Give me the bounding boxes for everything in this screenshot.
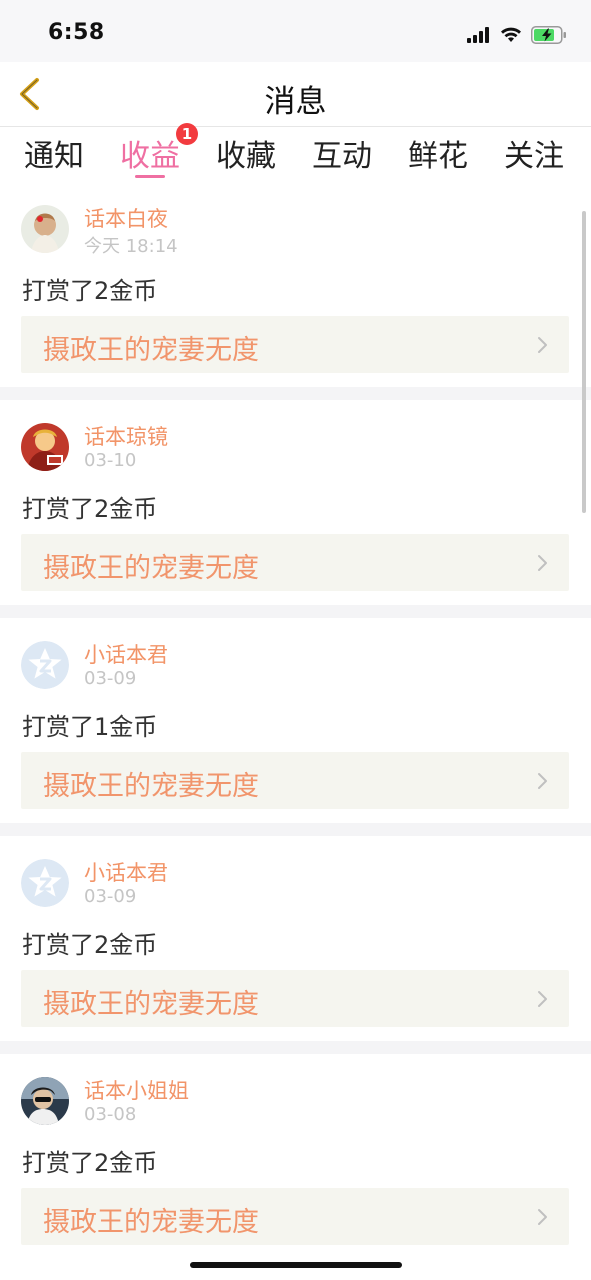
reward-text: 打赏了2金币	[22, 1149, 158, 1177]
divider	[0, 605, 591, 618]
book-link[interactable]: 摄政王的宠妻无度	[21, 316, 569, 373]
message-time: 03-09	[84, 668, 137, 689]
avatar[interactable]	[21, 1077, 69, 1125]
signal-icon	[467, 27, 489, 43]
message-card: 小话本君 03-09 打赏了1金币 摄政王的宠妻无度	[0, 618, 591, 823]
book-title: 摄政王的宠妻无度	[43, 771, 259, 802]
tab-flowers[interactable]: 鲜花	[408, 131, 468, 179]
sender-name[interactable]: 小话本君	[84, 857, 168, 887]
chevron-right-icon	[538, 773, 547, 789]
tab-label: 互动	[312, 139, 372, 174]
avatar-photo-icon	[21, 423, 69, 471]
message-card: 话本小姐姐 03-08 打赏了2金币 摄政王的宠妻无度	[0, 1054, 591, 1259]
book-title: 摄政王的宠妻无度	[43, 553, 259, 584]
chevron-right-icon	[538, 337, 547, 353]
screen: 6:58 消息 通知 收益 1 收藏 互动 鲜花 关注 话本白夜 今天 18:1…	[0, 0, 591, 1280]
tab-favorites[interactable]: 收藏	[216, 131, 276, 179]
page-title: 消息	[264, 84, 327, 120]
status-time: 6:58	[48, 20, 105, 45]
unread-badge: 1	[176, 123, 198, 145]
message-time: 03-09	[84, 886, 137, 907]
divider	[0, 387, 591, 400]
sender-name[interactable]: 话本白夜	[84, 203, 168, 233]
avatar[interactable]	[21, 641, 69, 689]
tab-label: 关注	[504, 139, 564, 174]
message-card: 话本琼镜 03-10 打赏了2金币 摄政王的宠妻无度	[0, 400, 591, 605]
status-bar: 6:58	[0, 0, 591, 62]
reward-text: 打赏了2金币	[22, 931, 158, 959]
book-link[interactable]: 摄政王的宠妻无度	[21, 752, 569, 809]
tab-label: 收藏	[216, 139, 276, 174]
tab-interactions[interactable]: 互动	[312, 131, 372, 179]
avatar[interactable]	[21, 205, 69, 253]
wifi-icon	[501, 27, 521, 42]
message-list: 话本白夜 今天 18:14 打赏了2金币 摄政王的宠妻无度 话本琼镜 03-10…	[0, 182, 591, 1259]
book-link[interactable]: 摄政王的宠妻无度	[21, 1188, 569, 1245]
divider	[0, 823, 591, 836]
message-card: 话本白夜 今天 18:14 打赏了2金币 摄政王的宠妻无度	[0, 182, 591, 387]
avatar[interactable]	[21, 859, 69, 907]
message-time: 今天 18:14	[84, 236, 178, 257]
book-title: 摄政王的宠妻无度	[43, 989, 259, 1020]
tab-label: 收益	[120, 139, 180, 174]
status-icons	[467, 24, 567, 46]
avatar-photo-icon	[21, 205, 69, 253]
chevron-right-icon	[538, 555, 547, 571]
reward-text: 打赏了1金币	[22, 713, 158, 741]
divider	[0, 1041, 591, 1054]
message-time: 03-08	[84, 1104, 137, 1125]
active-tab-indicator	[135, 175, 165, 178]
message-card: 小话本君 03-09 打赏了2金币 摄政王的宠妻无度	[0, 836, 591, 1041]
avatar-photo-icon	[21, 1077, 69, 1125]
default-avatar-icon	[21, 859, 69, 907]
reward-text: 打赏了2金币	[22, 277, 158, 305]
message-time: 03-10	[84, 450, 137, 471]
sender-name[interactable]: 话本琼镜	[84, 421, 168, 451]
home-indicator[interactable]	[190, 1262, 402, 1268]
battery-charging-icon	[531, 26, 566, 44]
sender-name[interactable]: 话本小姐姐	[84, 1075, 189, 1105]
tab-label: 鲜花	[408, 139, 468, 174]
book-title: 摄政王的宠妻无度	[43, 335, 259, 366]
book-title: 摄政王的宠妻无度	[43, 1207, 259, 1238]
sender-name[interactable]: 小话本君	[84, 639, 168, 669]
tab-label: 通知	[24, 139, 84, 174]
scrollbar[interactable]	[582, 211, 586, 513]
nav-bar: 消息	[0, 62, 591, 127]
tab-earnings[interactable]: 收益 1	[120, 123, 198, 179]
default-avatar-icon	[21, 641, 69, 689]
book-link[interactable]: 摄政王的宠妻无度	[21, 534, 569, 591]
tab-notifications[interactable]: 通知	[24, 131, 84, 179]
book-link[interactable]: 摄政王的宠妻无度	[21, 970, 569, 1027]
chevron-right-icon	[538, 991, 547, 1007]
tab-follows[interactable]: 关注	[504, 131, 564, 179]
tab-bar: 通知 收益 1 收藏 互动 鲜花 关注	[0, 123, 591, 182]
reward-text: 打赏了2金币	[22, 495, 158, 523]
chevron-right-icon	[538, 1209, 547, 1225]
avatar[interactable]	[21, 423, 69, 471]
